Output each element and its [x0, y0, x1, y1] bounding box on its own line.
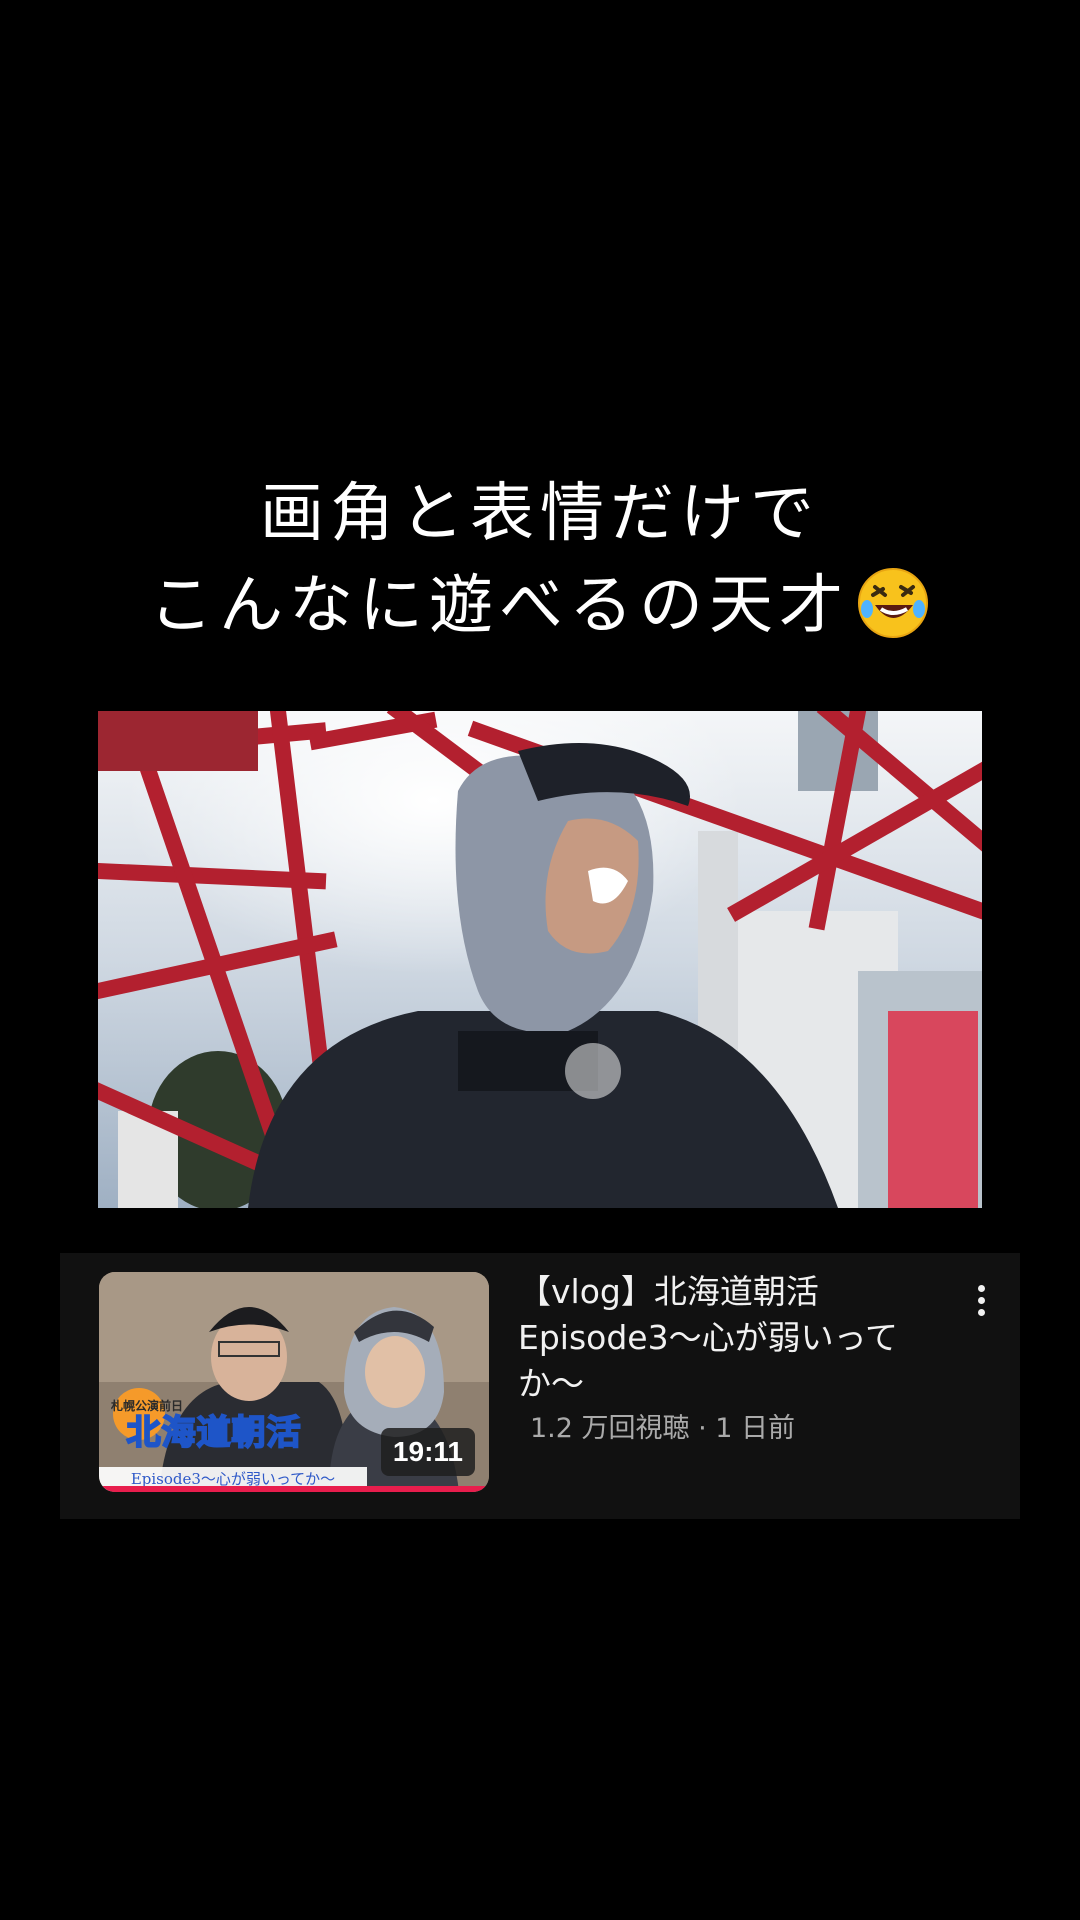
more-dot	[977, 1296, 985, 1304]
caption-line-2-wrap: こんなに遊べるの天才	[0, 560, 1080, 652]
video-meta: 1.2 万回視聴 · 1 日前	[530, 1413, 796, 1444]
caption-line-2: こんなに遊べるの天才	[149, 569, 849, 643]
more-dot	[977, 1284, 985, 1292]
video-frame-image	[98, 711, 982, 1208]
video-card[interactable]: 札幌公演前日 北海道朝活 Episode3～心が弱いってか～ 19:11 【vl…	[60, 1253, 1020, 1519]
video-thumbnail[interactable]: 札幌公演前日 北海道朝活 Episode3～心が弱いってか～ 19:11	[99, 1272, 489, 1492]
more-dot	[977, 1308, 985, 1316]
watch-progress-bar	[99, 1486, 489, 1492]
thumbnail-logo: 札幌公演前日 北海道朝活	[109, 1397, 319, 1453]
duration-badge: 19:11	[380, 1428, 475, 1476]
more-vertical-icon[interactable]	[966, 1275, 996, 1325]
rolling-laughing-emoji-icon	[858, 568, 928, 639]
caption-line-1: 画角と表情だけで	[260, 477, 820, 551]
post-caption: 画角と表情だけで こんなに遊べるの天才	[0, 468, 1080, 652]
thumbnail-logo-text: 北海道朝活	[126, 1413, 302, 1453]
video-title[interactable]: 【vlog】北海道朝活 Episode3～心が弱いってか～	[518, 1269, 918, 1407]
video-player[interactable]	[98, 711, 982, 1208]
thumbnail-badge: 札幌公演前日	[111, 1399, 184, 1413]
